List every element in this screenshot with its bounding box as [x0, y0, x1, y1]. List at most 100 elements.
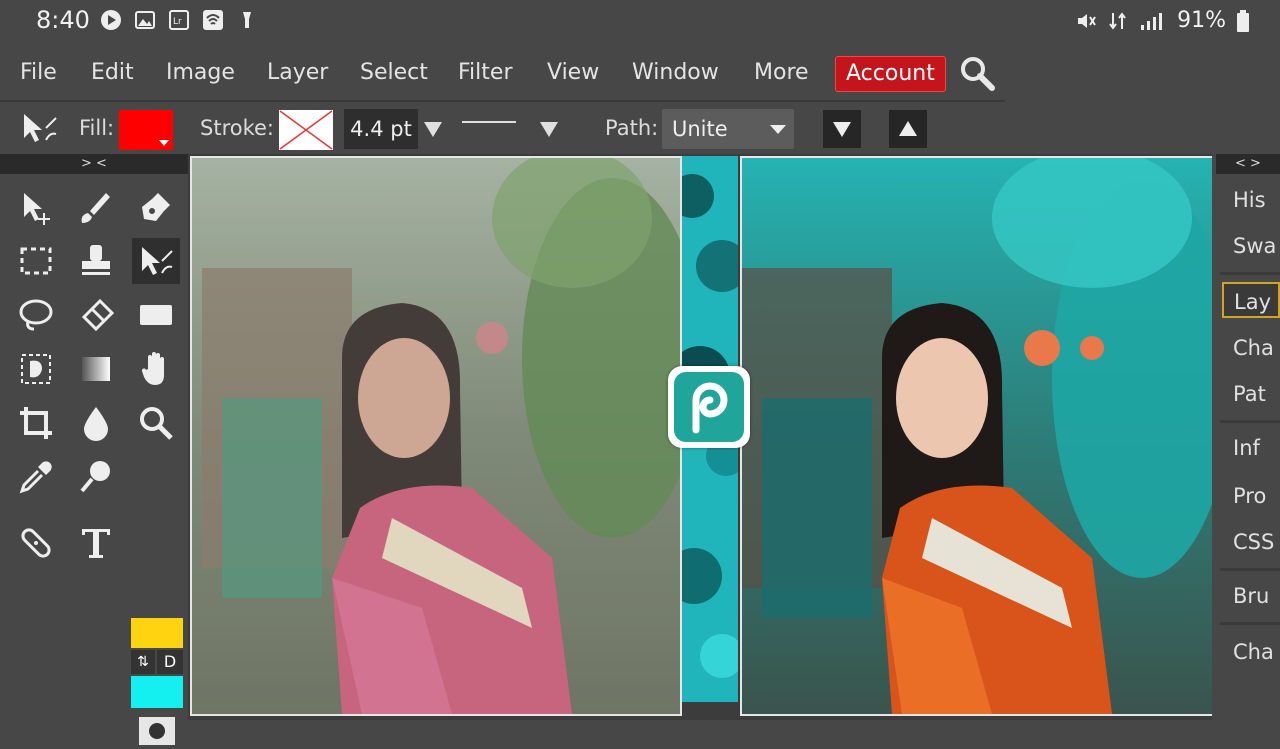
tab-character[interactable]: Cha	[1233, 640, 1280, 664]
healing-tool[interactable]	[12, 520, 60, 566]
account-button[interactable]: Account	[835, 56, 946, 92]
panels-collapse[interactable]: < >	[1216, 154, 1280, 174]
mute-icon	[1078, 13, 1096, 28]
stroke-size-dropdown-icon[interactable]	[424, 122, 442, 137]
lasso-icon	[19, 299, 53, 331]
hand-tool[interactable]	[132, 346, 180, 392]
text-tool[interactable]	[72, 520, 120, 566]
no-stroke-icon	[279, 110, 333, 150]
eyedropper-tool[interactable]	[12, 454, 60, 500]
move-up-button[interactable]	[889, 110, 927, 148]
menu-select[interactable]: Select	[360, 56, 428, 90]
status-notification-icons: Lr	[100, 9, 258, 31]
dodge-tool[interactable]	[72, 454, 120, 500]
menu-image[interactable]: Image	[166, 56, 235, 90]
tools-panel: > < ⇅ D	[0, 154, 188, 745]
swap-colors-button[interactable]: ⇅	[131, 650, 155, 674]
before-photo	[192, 158, 680, 714]
path-label: Path:	[605, 116, 659, 140]
search-icon[interactable]	[958, 54, 996, 92]
path-select-tool[interactable]	[132, 238, 180, 284]
hand-icon	[141, 352, 164, 385]
arrow-down-icon	[833, 122, 851, 137]
fill-label: Fill:	[79, 116, 115, 140]
crop-icon	[20, 407, 52, 439]
eraser-tool[interactable]	[72, 292, 120, 338]
gallery-icon	[135, 11, 155, 29]
tab-history[interactable]: His	[1233, 188, 1280, 212]
tab-info[interactable]: Inf	[1233, 436, 1280, 460]
rect-select-tool[interactable]	[12, 238, 60, 284]
quick-select-icon	[21, 354, 51, 384]
status-bar: 8:40 Lr 91%	[0, 0, 1280, 44]
stroke-color-swatch[interactable]	[279, 110, 333, 150]
data-transfer-icon	[1109, 11, 1126, 30]
chevron-down-icon	[770, 125, 786, 134]
brush-tool[interactable]	[72, 184, 120, 230]
default-colors-button[interactable]: D	[157, 650, 183, 674]
eraser-icon	[81, 298, 115, 332]
tab-channels[interactable]: Cha	[1233, 336, 1280, 360]
move-down-button[interactable]	[823, 110, 861, 148]
svg-text:Lr: Lr	[173, 17, 182, 27]
drop-icon	[84, 407, 108, 441]
pen-icon	[142, 193, 170, 221]
path-mode-select[interactable]: Unite	[662, 109, 794, 149]
crop-tool[interactable]	[12, 400, 60, 446]
tab-css[interactable]: CSS	[1233, 530, 1280, 554]
zoom-tool[interactable]	[132, 400, 180, 446]
menu-bar: File Edit Image Layer Select Filter View…	[0, 46, 1005, 102]
menu-edit[interactable]: Edit	[91, 56, 134, 90]
status-system-icons: 91%	[1075, 8, 1250, 33]
dodge-icon	[80, 461, 110, 493]
mask-icon	[149, 723, 165, 739]
panel-divider	[1220, 568, 1280, 571]
tab-swatches[interactable]: Swa	[1233, 234, 1280, 258]
menu-view[interactable]: View	[547, 56, 599, 90]
path-select-icon	[142, 247, 173, 275]
after-image	[740, 156, 1212, 716]
canvas-area[interactable]	[188, 154, 1212, 720]
gradient-tool[interactable]	[72, 346, 120, 392]
type-icon	[82, 529, 110, 558]
menu-file[interactable]: File	[20, 56, 57, 90]
tab-properties[interactable]: Pro	[1233, 484, 1280, 508]
foreground-color[interactable]	[131, 618, 183, 648]
menu-window[interactable]: Window	[632, 56, 719, 90]
menu-more[interactable]: More	[754, 56, 809, 90]
background-color[interactable]	[131, 676, 183, 708]
lightroom-icon: Lr	[169, 10, 189, 30]
lasso-tool[interactable]	[12, 292, 60, 338]
fill-color-swatch[interactable]	[119, 110, 173, 150]
blur-tool[interactable]	[72, 400, 120, 446]
fill-dropdown-icon	[159, 140, 169, 146]
path-select-tool-icon[interactable]	[20, 110, 60, 148]
eyedropper-icon	[19, 461, 52, 494]
menu-layer[interactable]: Layer	[267, 56, 328, 90]
brush-icon	[81, 193, 110, 223]
battery-percent: 91%	[1177, 8, 1226, 33]
photopea-logo	[668, 366, 750, 448]
shape-tool[interactable]	[132, 292, 180, 338]
panel-divider	[1220, 420, 1280, 423]
rectangle-icon	[140, 305, 172, 325]
path-mode-value: Unite	[672, 117, 728, 141]
stroke-label: Stroke:	[200, 116, 274, 140]
clone-stamp-tool[interactable]	[72, 238, 120, 284]
tab-paths[interactable]: Pat	[1233, 382, 1280, 406]
panels-sidebar: < > His Swa Lay Cha Pat Inf Pro CSS Bru …	[1212, 154, 1280, 720]
signal-icon	[1141, 12, 1163, 30]
tools-panel-collapse[interactable]: > <	[0, 154, 188, 174]
battery-icon	[1237, 9, 1249, 32]
quick-mask-button[interactable]	[139, 717, 175, 745]
tab-brush[interactable]: Bru	[1233, 584, 1280, 608]
stroke-size-field[interactable]: 4.4 pt	[344, 109, 418, 149]
tab-layers[interactable]: Lay	[1222, 282, 1280, 318]
pen-tool[interactable]	[132, 184, 180, 230]
menu-filter[interactable]: Filter	[458, 56, 512, 90]
stroke-style-dropdown-icon[interactable]	[540, 122, 558, 137]
arrow-up-icon	[899, 121, 917, 136]
magic-wand-tool[interactable]	[12, 346, 60, 392]
stroke-style-line[interactable]	[462, 121, 516, 123]
move-tool[interactable]	[12, 184, 60, 230]
